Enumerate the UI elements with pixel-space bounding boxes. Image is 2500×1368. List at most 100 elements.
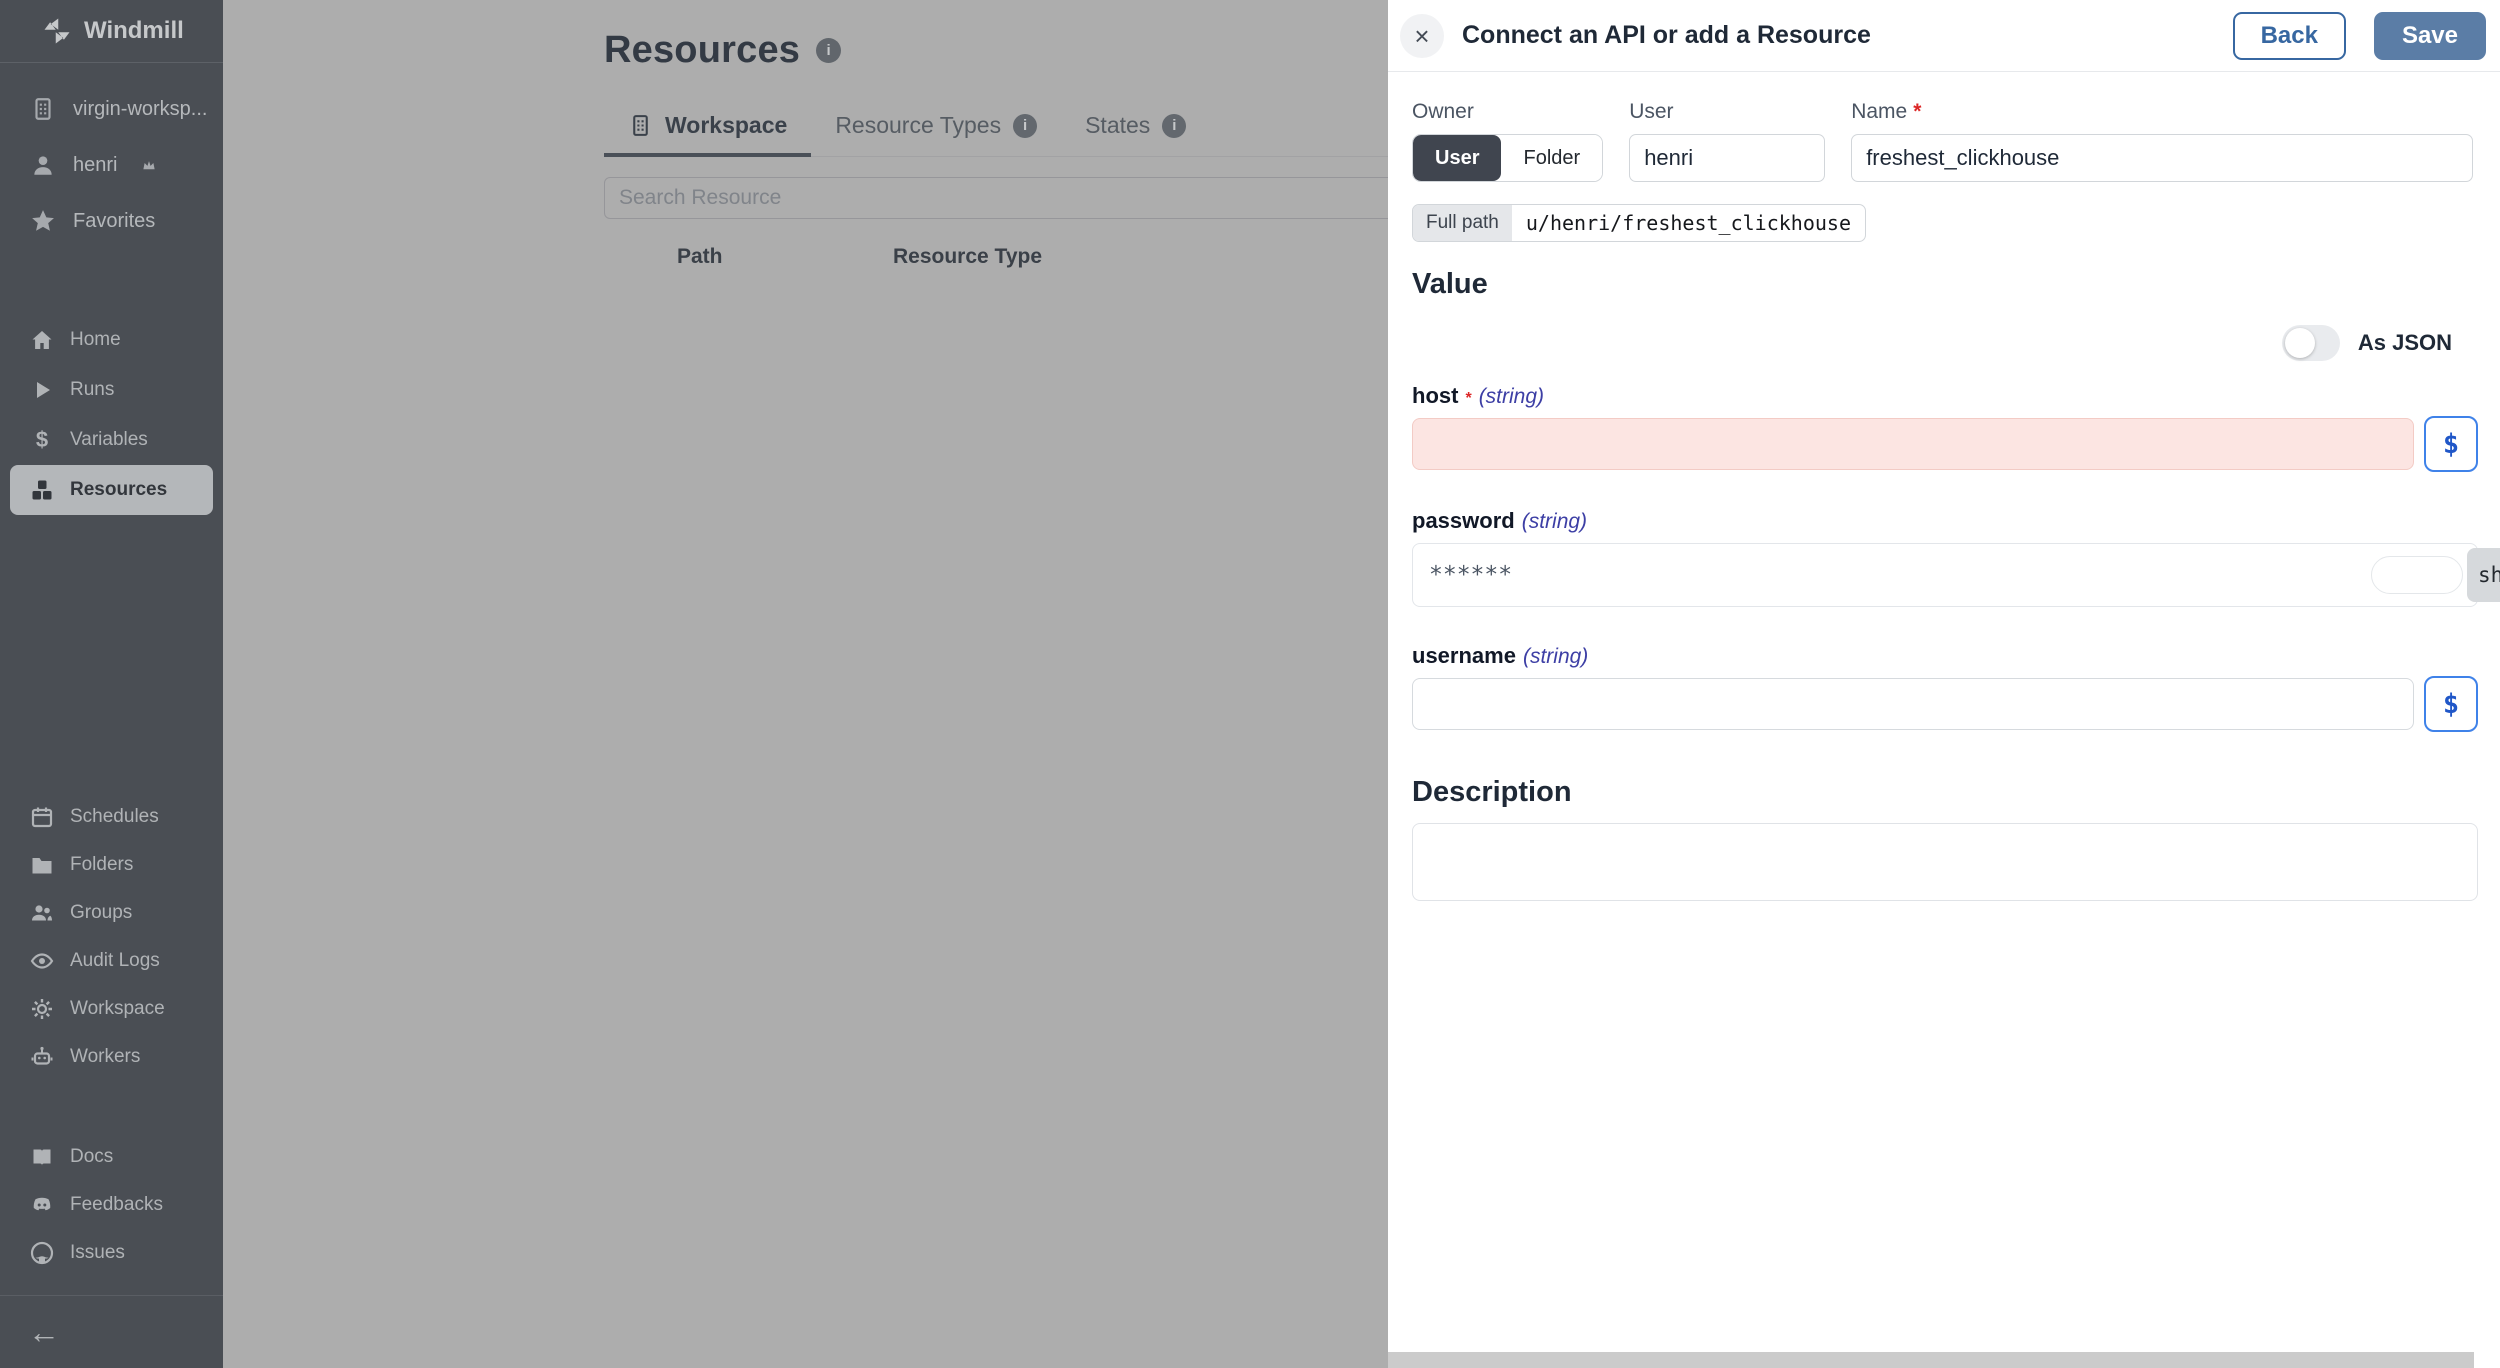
required-asterisk: *: [1465, 390, 1472, 407]
owner-group: Owner User Folder: [1412, 100, 1604, 182]
description-heading: Description: [1412, 776, 1572, 808]
username-group: username (string) $: [1412, 643, 2478, 732]
footer-menu: Docs Feedbacks Issues: [0, 1133, 223, 1277]
column-path: Path: [677, 245, 723, 268]
sidebar-item-label: Audit Logs: [70, 950, 160, 971]
sidebar-item-audit-logs[interactable]: Audit Logs: [10, 937, 213, 985]
tab-workspace[interactable]: Workspace: [604, 112, 812, 157]
screen: Windmill virgin-worksp... henri Favorite…: [0, 0, 2500, 1368]
user-field[interactable]: [1629, 134, 1826, 182]
user-label: User: [1629, 100, 1674, 123]
sidebar-item-folders[interactable]: Folders: [10, 841, 213, 889]
save-button[interactable]: Save: [2373, 11, 2486, 60]
user-icon: [34, 156, 52, 175]
info-icon: i: [1162, 113, 1187, 138]
collapse-sidebar-button[interactable]: ←: [28, 1314, 60, 1351]
sidebar-item-label: Workers: [70, 1046, 141, 1067]
name-field[interactable]: [1851, 134, 2474, 182]
tab-label: Workspace: [665, 112, 788, 138]
password-field-wrap: sh: [1412, 543, 2500, 607]
page-title: Resources: [604, 29, 801, 71]
username-field[interactable]: [1412, 678, 2414, 730]
sidebar-item-label: Workspace: [70, 998, 165, 1019]
password-group: password (string) sh: [1412, 508, 2500, 607]
boxes-icon: [32, 480, 52, 500]
drawer-title: Connect an API or add a Resource: [1462, 21, 1871, 49]
password-field[interactable]: [1413, 544, 2158, 606]
user-menu[interactable]: henri: [0, 137, 223, 193]
as-json-toggle[interactable]: [2281, 325, 2340, 361]
tab-resource-types[interactable]: Resource Types i: [811, 112, 1061, 157]
variable-picker-button[interactable]: $: [2424, 416, 2478, 472]
primary-menu: Home Runs $ Variables Resources: [0, 315, 223, 515]
brand-label: Windmill: [84, 17, 184, 44]
variable-picker-button[interactable]: $: [2424, 676, 2478, 732]
tab-label: Resource Types: [835, 112, 1002, 138]
github-icon: [30, 1241, 54, 1265]
sidebar-item-label: Home: [70, 329, 121, 350]
resource-drawer: × Connect an API or add a Resource Back …: [1388, 0, 2500, 1368]
owner-label: Owner: [1412, 100, 1474, 123]
drawer-header: × Connect an API or add a Resource Back …: [1388, 0, 2500, 72]
sidebar-item-runs[interactable]: Runs: [10, 365, 213, 415]
dollar-icon: $: [35, 427, 49, 452]
gear-icon: [32, 999, 52, 1019]
sidebar-item-label: Folders: [70, 854, 134, 875]
workspace-switcher[interactable]: virgin-worksp...: [0, 81, 223, 137]
owner-toggle: User Folder: [1412, 134, 1604, 182]
description-field[interactable]: [1412, 823, 2478, 901]
value-heading: Value: [1412, 268, 1488, 300]
brand[interactable]: Windmill: [0, 0, 223, 63]
sidebar-item-schedules[interactable]: Schedules: [10, 793, 213, 841]
sidebar-item-groups[interactable]: Groups: [10, 889, 213, 937]
required-asterisk: *: [1913, 100, 1922, 123]
scrollbar-corner: [2474, 1352, 2500, 1368]
favorites-menu[interactable]: Favorites: [0, 193, 223, 249]
sidebar-item-label: Issues: [70, 1242, 125, 1263]
close-icon[interactable]: ×: [1400, 13, 1444, 58]
host-type: (string): [1478, 385, 1545, 408]
star-icon: [32, 210, 54, 231]
username-label: henri: [73, 153, 118, 176]
host-group: host * (string) $: [1412, 383, 2478, 472]
eye-icon: [30, 953, 54, 969]
sidebar-item-label: Schedules: [70, 806, 159, 827]
host-field[interactable]: [1412, 418, 2414, 470]
sidebar-item-variables[interactable]: $ Variables: [10, 415, 213, 465]
owner-user-option[interactable]: User: [1413, 135, 1502, 181]
robot-icon: [31, 1046, 53, 1065]
play-icon: [37, 382, 50, 398]
sidebar-item-home[interactable]: Home: [10, 315, 213, 365]
info-icon[interactable]: i: [816, 38, 842, 63]
sidebar-item-workers[interactable]: Workers: [10, 1033, 213, 1081]
folder-icon: [32, 858, 52, 874]
secondary-menu: Schedules Folders Groups Audit Logs Work…: [0, 793, 223, 1081]
host-label: host: [1412, 383, 1459, 408]
owner-folder-option[interactable]: Folder: [1501, 135, 1603, 181]
sidebar-item-label: Variables: [70, 429, 148, 450]
full-path: Full path u/henri/freshest_clickhouse: [1412, 204, 1866, 242]
calendar-icon: [31, 807, 53, 828]
sidebar-item-label: Feedbacks: [70, 1194, 163, 1215]
show-password-button[interactable]: sh: [2467, 548, 2500, 602]
sidebar-item-label: Runs: [70, 379, 115, 400]
horizontal-scrollbar[interactable]: [1388, 1352, 2474, 1368]
sidebar-item-docs[interactable]: Docs: [10, 1133, 213, 1181]
sidebar-item-issues[interactable]: Issues: [10, 1229, 213, 1277]
back-button[interactable]: Back: [2232, 11, 2346, 60]
password-label: password: [1412, 508, 1515, 533]
tab-states[interactable]: States i: [1061, 112, 1210, 157]
user-group: User: [1629, 100, 1826, 182]
sidebar-item-resources[interactable]: Resources: [10, 465, 213, 515]
sidebar-item-label: Docs: [70, 1146, 114, 1167]
sidebar: Windmill virgin-worksp... henri Favorite…: [0, 0, 223, 1368]
building-icon: [633, 115, 648, 136]
tab-label: States: [1085, 112, 1151, 138]
tabs: Workspace Resource Types i States i: [604, 112, 1390, 157]
sidebar-item-workspace-settings[interactable]: Workspace: [10, 985, 213, 1033]
windmill-logo-icon: [44, 18, 70, 44]
sidebar-item-feedbacks[interactable]: Feedbacks: [10, 1181, 213, 1229]
groups-icon: [32, 905, 52, 921]
full-path-value: u/henri/freshest_clickhouse: [1525, 211, 1851, 235]
